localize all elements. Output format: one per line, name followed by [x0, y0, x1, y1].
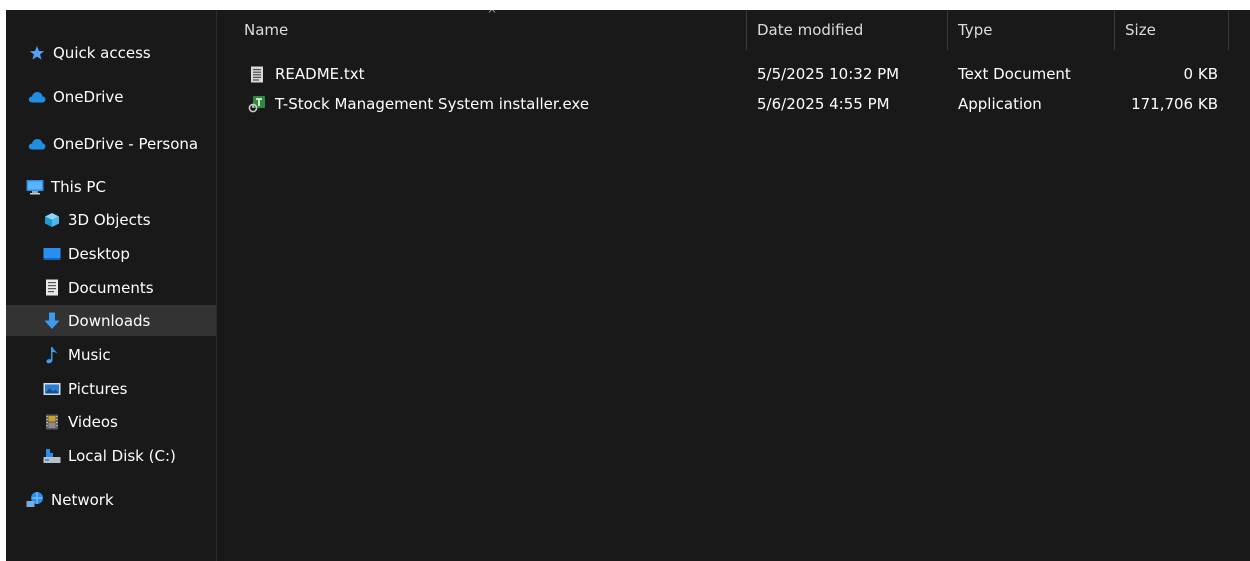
film-icon — [43, 413, 61, 431]
column-header-date-modified[interactable]: Date modified — [757, 10, 947, 50]
column-header-label: Name — [244, 21, 289, 39]
file-list-pane[interactable]: ^ Name Date modified Type Size README.tx… — [217, 10, 1250, 561]
nav-item-this-pc[interactable]: This PC — [6, 171, 216, 202]
column-header-name[interactable]: Name — [244, 10, 744, 50]
nav-item-network[interactable]: Network — [6, 484, 216, 515]
file-type: Text Document — [958, 65, 1071, 83]
nav-item-music[interactable]: Music — [6, 339, 216, 370]
nav-item-label: Documents — [68, 278, 154, 297]
file-type: Application — [958, 95, 1042, 113]
column-header-label: Date modified — [757, 21, 864, 39]
text-file-icon — [248, 65, 266, 83]
file-name-cell: T-Stock Management System installer.exe — [248, 90, 589, 118]
nav-item-label: Downloads — [68, 311, 151, 330]
nav-item-local-disk-c[interactable]: Local Disk (C:) — [6, 440, 216, 471]
download-arrow-icon — [43, 312, 61, 330]
nav-item-pictures[interactable]: Pictures — [6, 373, 216, 404]
music-note-icon — [43, 346, 61, 364]
column-divider[interactable] — [746, 10, 747, 50]
file-row-installer[interactable]: T-Stock Management System installer.exe … — [217, 90, 1227, 118]
column-divider[interactable] — [1114, 10, 1115, 50]
column-header-type[interactable]: Type — [958, 10, 1108, 50]
cloud-icon — [28, 88, 46, 106]
nav-item-label: This PC — [51, 177, 106, 196]
navigation-pane[interactable]: Quick access OneDrive OneDrive - Persona… — [6, 10, 216, 561]
nav-item-documents[interactable]: Documents — [6, 272, 216, 303]
file-date: 5/6/2025 4:55 PM — [757, 95, 890, 113]
star-icon — [28, 44, 46, 62]
file-explorer-window: Quick access OneDrive OneDrive - Persona… — [6, 10, 1250, 561]
nav-item-label: 3D Objects — [68, 210, 151, 229]
cloud-icon — [28, 135, 46, 153]
file-name: T-Stock Management System installer.exe — [275, 95, 590, 113]
nav-item-label: Network — [51, 490, 114, 509]
pictures-icon — [43, 380, 61, 398]
nav-item-videos[interactable]: Videos — [6, 406, 216, 437]
nav-item-label: Pictures — [68, 379, 128, 398]
file-row-readme[interactable]: README.txt 5/5/2025 10:32 PM Text Docume… — [217, 60, 1227, 88]
file-name-cell: README.txt — [248, 60, 365, 88]
nav-item-label: Music — [68, 345, 111, 364]
column-header-label: Size — [1125, 21, 1156, 39]
nav-item-label: OneDrive - Persona — [53, 134, 199, 153]
nav-item-onedrive-personal[interactable]: OneDrive - Persona — [6, 128, 216, 159]
installer-app-icon — [248, 95, 266, 113]
network-icon — [26, 491, 44, 509]
column-header-label: Type — [958, 21, 993, 39]
file-size: 171,706 KB — [1131, 95, 1218, 113]
file-size: 0 KB — [1183, 65, 1218, 83]
file-date: 5/5/2025 10:32 PM — [757, 65, 900, 83]
nav-item-desktop[interactable]: Desktop — [6, 238, 216, 269]
nav-item-label: Local Disk (C:) — [68, 446, 176, 465]
desktop-icon — [43, 245, 61, 263]
drive-icon — [43, 447, 61, 465]
column-divider[interactable] — [1228, 10, 1229, 50]
column-divider[interactable] — [947, 10, 948, 50]
nav-item-onedrive[interactable]: OneDrive — [6, 81, 216, 112]
nav-item-3d-objects[interactable]: 3D Objects — [6, 204, 216, 235]
monitor-icon — [26, 178, 44, 196]
nav-item-downloads[interactable]: Downloads — [6, 305, 216, 336]
nav-item-label: Quick access — [53, 43, 151, 62]
document-icon — [43, 279, 61, 297]
column-header-size[interactable]: Size — [1125, 10, 1225, 50]
nav-item-label: Videos — [68, 412, 118, 431]
nav-item-quick-access[interactable]: Quick access — [6, 37, 216, 68]
file-name: README.txt — [275, 65, 365, 83]
cube-icon — [43, 211, 61, 229]
nav-item-label: Desktop — [68, 244, 130, 263]
nav-item-label: OneDrive — [53, 87, 124, 106]
